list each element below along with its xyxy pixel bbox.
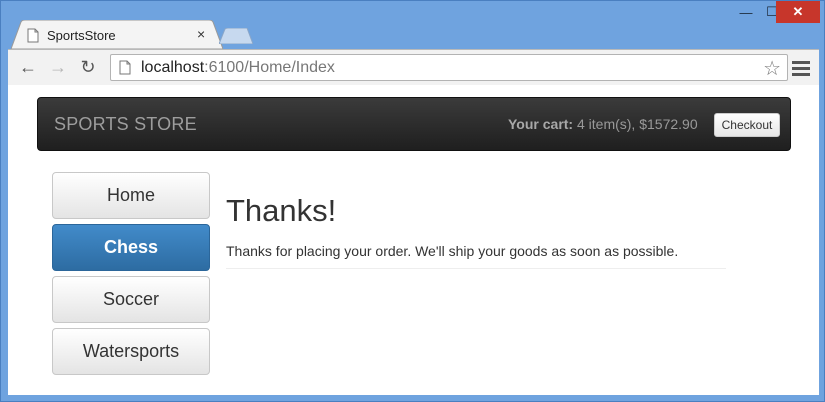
address-bar[interactable]: localhost:6100/Home/Index ☆ <box>110 54 788 81</box>
category-nav: Home Chess Soccer Watersports <box>52 172 210 380</box>
forward-icon[interactable]: → <box>46 55 70 79</box>
category-button-soccer[interactable]: Soccer <box>52 276 210 323</box>
confirmation-message: Thanks for placing your order. We'll shi… <box>226 243 726 269</box>
title-bar: SportsStore × — ☐ ✕ <box>1 1 825 49</box>
category-button-watersports[interactable]: Watersports <box>52 328 210 375</box>
site-navbar: SPORTS STORE Your cart: 4 item(s), $1572… <box>37 97 791 151</box>
page-viewport: SPORTS STORE Your cart: 4 item(s), $1572… <box>8 85 819 395</box>
url-text[interactable]: localhost:6100/Home/Index <box>141 59 335 77</box>
tab-title: SportsStore <box>47 27 116 43</box>
window-close-button[interactable]: ✕ <box>776 1 820 23</box>
menu-icon[interactable] <box>792 58 810 78</box>
url-host: localhost <box>141 59 205 76</box>
page-icon <box>119 60 131 75</box>
category-button-home[interactable]: Home <box>52 172 210 219</box>
new-tab-button[interactable] <box>219 28 253 44</box>
browser-window: SportsStore × — ☐ ✕ ← → ↻ localhost:6100… <box>0 0 825 402</box>
minimize-button[interactable]: — <box>733 1 759 23</box>
cart-details: 4 item(s), $1572.90 <box>573 116 698 132</box>
page-icon <box>27 28 39 42</box>
tab-content: SportsStore <box>27 25 217 45</box>
cart-label: Your cart: <box>508 116 574 132</box>
back-icon[interactable]: ← <box>16 55 40 79</box>
checkout-button[interactable]: Checkout <box>714 113 780 137</box>
cart-summary: Your cart: 4 item(s), $1572.90 <box>508 116 698 132</box>
page-heading: Thanks! <box>226 193 337 228</box>
brand-logo[interactable]: SPORTS STORE <box>54 114 197 135</box>
url-path: :6100/Home/Index <box>204 59 335 76</box>
star-icon[interactable]: ☆ <box>763 56 781 81</box>
reload-icon[interactable]: ↻ <box>76 55 100 79</box>
main-content: Thanks! Thanks for placing your order. W… <box>226 193 726 269</box>
category-button-chess[interactable]: Chess <box>52 224 210 271</box>
tab-close-icon[interactable]: × <box>197 26 205 42</box>
browser-toolbar: ← → ↻ localhost:6100/Home/Index ☆ <box>8 49 819 85</box>
